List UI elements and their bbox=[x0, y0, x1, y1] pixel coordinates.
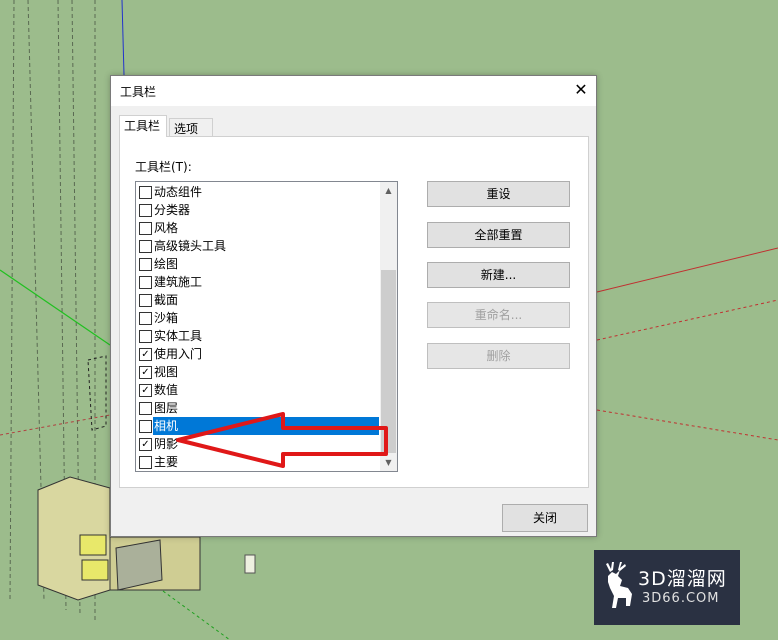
toolbar-item-label: 视图 bbox=[154, 365, 179, 379]
watermark-cn: 3D溜溜网 bbox=[638, 568, 727, 590]
toolbar-list-item[interactable]: ✓ 阴影 bbox=[137, 435, 380, 453]
toolbars-listbox[interactable]: 主要 ✓ 阴影 相机 图层 ✓ 数值 ✓ 视图 ✓ 使用入门 实体工具 沙箱 截面 建筑施工 绘图 高级镜头工具… bbox=[135, 181, 398, 472]
tab-toolbars[interactable]: 工具栏 bbox=[119, 115, 167, 137]
delete-button: 删除 bbox=[427, 343, 570, 369]
title-bar[interactable]: 工具栏 ✕ bbox=[111, 76, 596, 106]
toolbar-list-item[interactable]: 主要 bbox=[137, 453, 380, 471]
checkbox-checked[interactable]: ✓ bbox=[139, 438, 152, 451]
watermark: 3D溜溜网 3D66.COM bbox=[594, 550, 740, 625]
toolbar-item-label: 分类器 bbox=[154, 203, 191, 217]
scroll-thumb[interactable] bbox=[381, 270, 396, 453]
toolbars-list-label: 工具栏(T): bbox=[135, 160, 192, 174]
checkbox-unchecked[interactable] bbox=[139, 402, 152, 415]
checkbox-checked[interactable]: ✓ bbox=[139, 348, 152, 361]
toolbar-item-label: 主要 bbox=[154, 455, 179, 469]
toolbars-dialog: 工具栏 ✕ 工具栏 选项 工具栏(T): 主要 ✓ 阴影 相机 图层 ✓ 数值 ✓ 视图 ✓ 使用入… bbox=[110, 75, 597, 537]
toolbar-list-item[interactable]: 相机 bbox=[137, 417, 380, 435]
toolbar-item-label: 相机 bbox=[153, 417, 379, 435]
toolbar-item-label: 动态组件 bbox=[154, 185, 203, 199]
checkbox-unchecked[interactable] bbox=[139, 330, 152, 343]
new-button[interactable]: 新建... bbox=[427, 262, 570, 288]
toolbar-list-item[interactable]: 高级镜头工具 bbox=[137, 237, 380, 255]
toolbar-list-item[interactable]: 截面 bbox=[137, 291, 380, 309]
scroll-up-icon[interactable]: ▲ bbox=[380, 182, 397, 199]
toolbar-list-item[interactable]: 图层 bbox=[137, 399, 380, 417]
toolbar-list-item[interactable]: 分类器 bbox=[137, 201, 380, 219]
checkbox-unchecked[interactable] bbox=[139, 420, 152, 433]
checkbox-unchecked[interactable] bbox=[139, 222, 152, 235]
toolbar-item-label: 风格 bbox=[154, 221, 179, 235]
toolbar-item-label: 使用入门 bbox=[154, 347, 203, 361]
reset-all-button[interactable]: 全部重置 bbox=[427, 222, 570, 248]
toolbar-item-label: 高级镜头工具 bbox=[154, 239, 227, 253]
vertical-scrollbar[interactable]: ▲ ▼ bbox=[380, 182, 397, 471]
toolbar-list-item[interactable]: ✓ 数值 bbox=[137, 381, 380, 399]
toolbar-list-item[interactable]: 沙箱 bbox=[137, 309, 380, 327]
toolbar-item-label: 图层 bbox=[154, 401, 179, 415]
deer-logo-icon bbox=[606, 562, 632, 608]
checkbox-checked[interactable]: ✓ bbox=[139, 366, 152, 379]
toolbar-list-item[interactable]: 实体工具 bbox=[137, 327, 380, 345]
toolbar-item-label: 实体工具 bbox=[154, 329, 203, 343]
toolbar-item-label: 绘图 bbox=[154, 257, 179, 271]
reset-button[interactable]: 重设 bbox=[427, 181, 570, 207]
close-icon[interactable]: ✕ bbox=[566, 76, 596, 106]
toolbar-item-label: 阴影 bbox=[154, 437, 179, 451]
tab-options[interactable]: 选项 bbox=[169, 118, 213, 138]
checkbox-unchecked[interactable] bbox=[139, 258, 152, 271]
toolbar-list-item[interactable]: ✓ 使用入门 bbox=[137, 345, 380, 363]
toolbar-list-item[interactable]: 风格 bbox=[137, 219, 380, 237]
checkbox-unchecked[interactable] bbox=[139, 276, 152, 289]
toolbar-list-item[interactable]: 建筑施工 bbox=[137, 273, 380, 291]
dialog-title: 工具栏 bbox=[120, 85, 157, 99]
checkbox-unchecked[interactable] bbox=[139, 240, 152, 253]
toolbar-item-label: 建筑施工 bbox=[154, 275, 203, 289]
toolbar-list-item[interactable]: ✓ 视图 bbox=[137, 363, 380, 381]
tab-panel: 工具栏(T): 主要 ✓ 阴影 相机 图层 ✓ 数值 ✓ 视图 ✓ 使用入门 实体工具 沙箱 截面 建筑施工… bbox=[119, 136, 589, 488]
toolbar-list-item[interactable]: 动态组件 bbox=[137, 183, 380, 201]
toolbar-item-label: 沙箱 bbox=[154, 311, 179, 325]
watermark-en: 3D66.COM bbox=[642, 591, 720, 606]
toolbar-item-label: 数值 bbox=[154, 383, 179, 397]
checkbox-unchecked[interactable] bbox=[139, 456, 152, 469]
checkbox-checked[interactable]: ✓ bbox=[139, 384, 152, 397]
scroll-down-icon[interactable]: ▼ bbox=[380, 454, 397, 471]
checkbox-unchecked[interactable] bbox=[139, 204, 152, 217]
close-button[interactable]: 关闭 bbox=[502, 504, 588, 532]
checkbox-unchecked[interactable] bbox=[139, 312, 152, 325]
checkbox-unchecked[interactable] bbox=[139, 186, 152, 199]
rename-button: 重命名... bbox=[427, 302, 570, 328]
toolbar-list-item[interactable]: 绘图 bbox=[137, 255, 380, 273]
checkbox-unchecked[interactable] bbox=[139, 294, 152, 307]
toolbar-item-label: 截面 bbox=[154, 293, 179, 307]
